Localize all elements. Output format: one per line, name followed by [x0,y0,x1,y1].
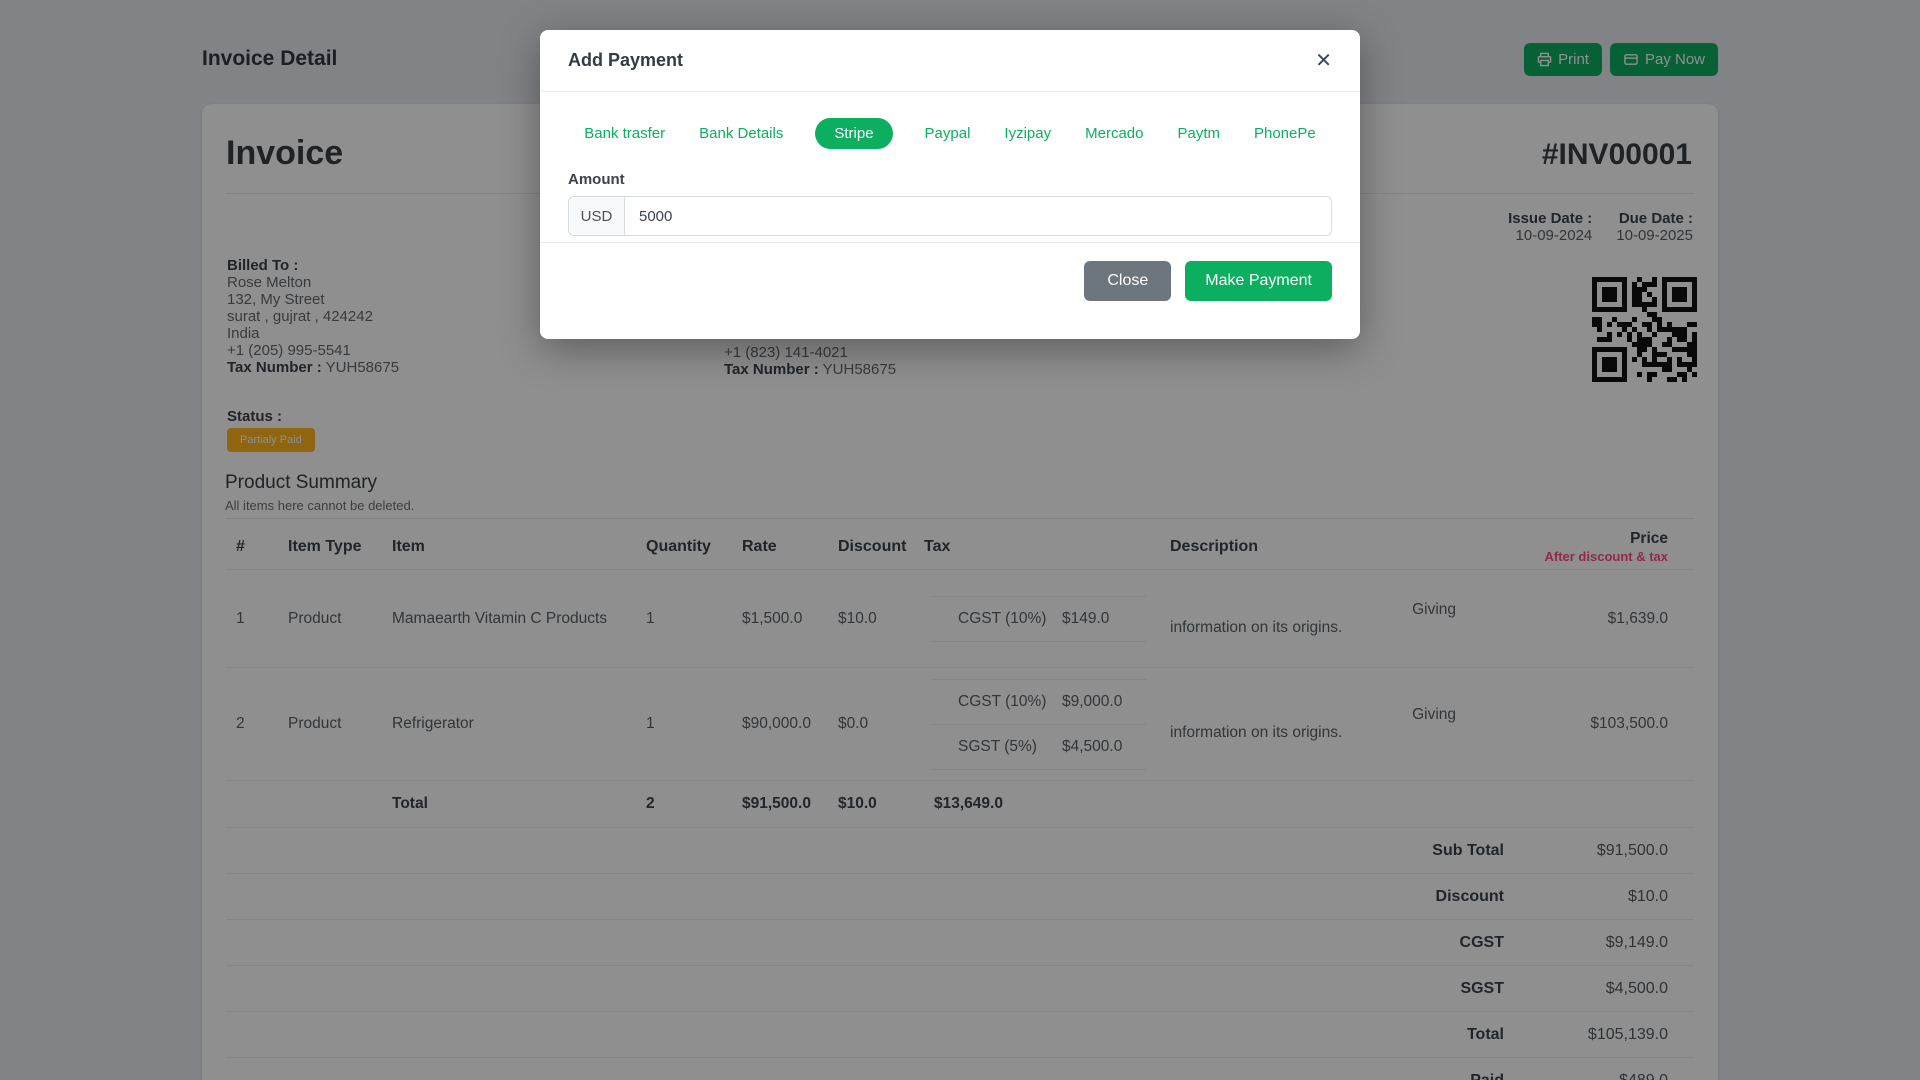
modal-body: Bank trasfer Bank Details Stripe Paypal … [540,92,1360,242]
modal-title: Add Payment [568,50,684,70]
tab-paytm[interactable]: Paytm [1175,119,1222,148]
tab-iyzipay[interactable]: Iyzipay [1002,119,1053,148]
modal-footer: Close Make Payment [540,242,1360,339]
close-icon[interactable]: ✕ [1315,51,1332,71]
currency-prefix: USD [568,196,624,236]
payment-method-tabs: Bank trasfer Bank Details Stripe Paypal … [568,118,1332,149]
amount-input-group: USD [568,196,1332,236]
tab-stripe[interactable]: Stripe [815,118,893,149]
tab-bank-transfer[interactable]: Bank trasfer [582,119,667,148]
close-button[interactable]: Close [1084,261,1172,301]
make-payment-button[interactable]: Make Payment [1185,261,1332,301]
add-payment-modal: Add Payment ✕ Bank trasfer Bank Details … [540,30,1360,339]
amount-input[interactable] [624,196,1332,236]
amount-label: Amount [568,171,625,188]
tab-mercado[interactable]: Mercado [1083,119,1145,148]
tab-phonepe[interactable]: PhonePe [1252,119,1318,148]
tab-bank-details[interactable]: Bank Details [697,119,785,148]
modal-header: Add Payment ✕ [540,30,1360,92]
tab-paypal[interactable]: Paypal [923,119,973,148]
